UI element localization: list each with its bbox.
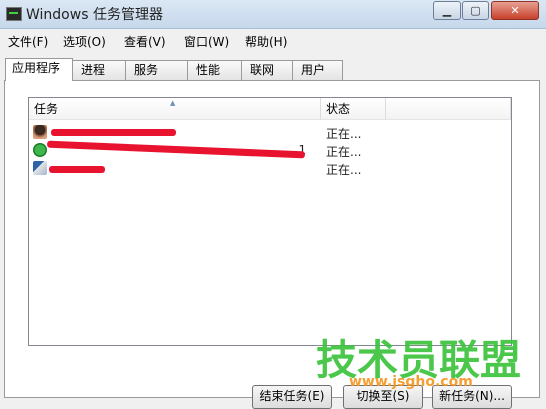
sort-ascending-icon: ▲: [170, 99, 176, 107]
column-header-status[interactable]: 状态: [321, 98, 386, 120]
task-status: 正在...: [326, 145, 362, 159]
tab-services[interactable]: 服务: [125, 60, 188, 80]
redaction-mark: [51, 129, 176, 136]
end-task-button[interactable]: 结束任务(E): [252, 385, 332, 409]
minimize-button[interactable]: ▁: [433, 1, 461, 20]
tab-applications[interactable]: 应用程序: [5, 58, 73, 81]
task-status: 正在...: [326, 163, 362, 177]
tab-processes[interactable]: 进程: [72, 60, 126, 80]
explorer-icon: [33, 161, 47, 175]
menu-view[interactable]: 查看(V): [124, 33, 166, 50]
close-button[interactable]: ✕: [491, 1, 539, 20]
column-header-task-label: 任务: [34, 102, 59, 116]
task-status: 正在...: [326, 127, 362, 141]
tab-users[interactable]: 用户: [292, 60, 343, 80]
menu-file[interactable]: 文件(F): [8, 33, 48, 50]
tab-bar: 应用程序 进程 服务 性能 联网 用户: [0, 58, 546, 81]
redaction-mark: [46, 140, 306, 159]
menu-options[interactable]: 选项(O): [63, 33, 106, 50]
column-header-status-label: 状态: [326, 102, 351, 116]
table-row[interactable]: 正在...: [29, 124, 511, 142]
browser-icon: [33, 143, 47, 157]
table-row[interactable]: 正在...: [29, 160, 511, 178]
tab-networking[interactable]: 联网: [241, 60, 293, 80]
maximize-button[interactable]: ▢: [462, 1, 489, 20]
column-header-empty: [386, 98, 511, 120]
avatar-icon: [33, 125, 47, 139]
redaction-mark: [49, 166, 105, 173]
task-manager-app-icon: [6, 7, 22, 21]
menu-window[interactable]: 窗口(W): [184, 33, 229, 50]
title-bar[interactable]: Windows 任务管理器 ▁ ▢ ✕: [0, 0, 546, 29]
menu-bar: 文件(F) 选项(O) 查看(V) 窗口(W) 帮助(H): [0, 29, 546, 51]
menu-help[interactable]: 帮助(H): [245, 33, 287, 50]
window-title: Windows 任务管理器: [26, 7, 163, 23]
tab-performance[interactable]: 性能: [187, 60, 242, 80]
table-row[interactable]: ...1 正在...: [29, 140, 511, 160]
watermark-url: www.jsgho.com: [349, 374, 473, 390]
task-list[interactable]: 任务 ▲ 状态 正在... ...1 正在... 正在...: [28, 97, 512, 346]
